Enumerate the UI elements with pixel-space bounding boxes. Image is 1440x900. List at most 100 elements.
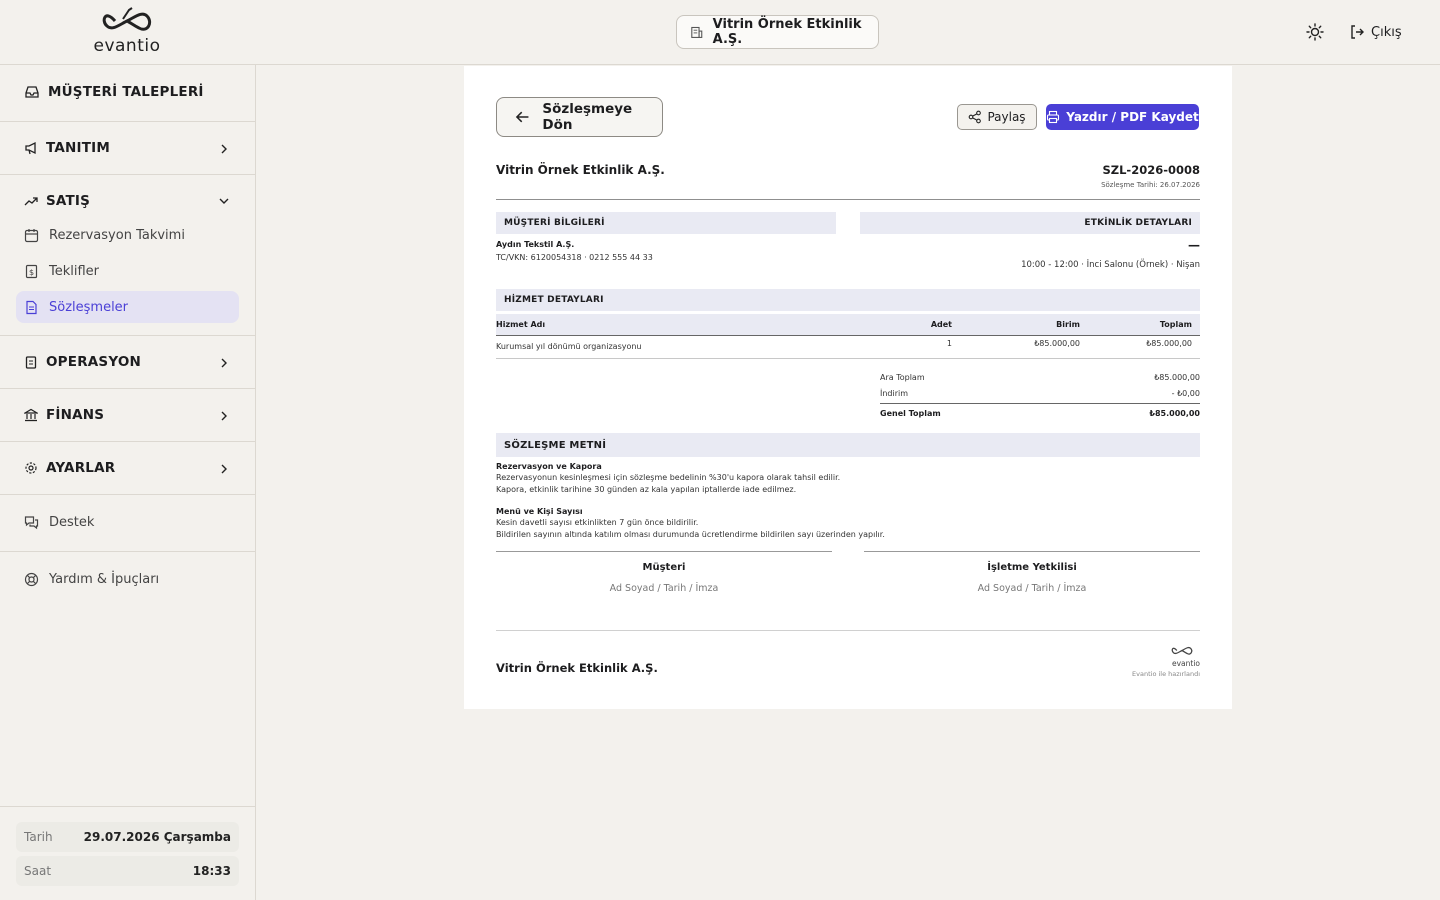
customer-signature-line — [496, 551, 832, 552]
clause-1-title: Rezervasyon ve Kapora — [496, 462, 602, 471]
service-details-header: HİZMET DETAYLARI — [496, 289, 1200, 311]
customer-signature-sub: Ad Soyad / Tarih / İmza — [609, 583, 719, 594]
evantio-logo[interactable]: evantio — [86, 6, 168, 58]
logout-label: Çıkış — [1371, 24, 1402, 40]
sidebar-item-contracts[interactable]: Sözleşmeler — [16, 291, 239, 323]
back-to-contract-button[interactable]: Sözleşmeye Dön — [496, 97, 663, 137]
sidebar-label: SATIŞ — [46, 193, 91, 209]
clause-1-line-2: Kapora, etkinlik tarihine 30 günden az k… — [496, 485, 797, 494]
clause-1-line-1: Rezervasyonun kesinleşmesi için sözleşme… — [496, 473, 841, 482]
sun-icon — [1306, 23, 1324, 41]
table-row-unit-price: ₺85.000,00 — [1034, 339, 1080, 348]
footer-logo-text: evantio — [1171, 659, 1200, 668]
sidebar-section-customer-requests: MÜŞTERİ TALEPLERİ — [0, 65, 255, 122]
print-pdf-button[interactable]: Yazdır / PDF Kaydet — [1046, 104, 1199, 130]
sidebar: MÜŞTERİ TALEPLERİ TANITIM SATIŞ Rezervas… — [0, 65, 256, 900]
lifebuoy-icon — [24, 572, 39, 587]
sidebar-label: MÜŞTERİ TALEPLERİ — [48, 84, 204, 100]
customer-name: Aydın Tekstil A.Ş. — [496, 240, 575, 249]
sidebar-label: TANITIM — [46, 140, 110, 156]
sidebar-sub-label: Rezervasyon Takvimi — [49, 227, 185, 243]
chevron-right-icon[interactable] — [218, 463, 230, 475]
footer-note: Evantio ile hazırlandı — [1132, 670, 1200, 678]
sidebar-section-support: Destek — [0, 495, 255, 552]
sidebar-item-settings[interactable]: AYARLAR — [24, 460, 115, 476]
time-display: Saat 18:33 — [16, 856, 239, 886]
discount-label: İndirim — [880, 389, 909, 398]
company-selector[interactable]: Vitrin Örnek Etkinlik A.Ş. — [676, 15, 879, 49]
sidebar-item-offers[interactable]: $ Teklifler — [16, 255, 239, 287]
sidebar-section-operation: OPERASYON — [0, 336, 255, 389]
event-info: 10:00 - 12:00 · İnci Salonu (Örnek) · Ni… — [1021, 260, 1200, 270]
sidebar-section-finance: FİNANS — [0, 389, 255, 442]
col-unit-price: Birim — [1056, 320, 1080, 329]
infinity-logo-icon — [102, 7, 152, 31]
customer-signature-title: Müşteri — [642, 562, 686, 573]
share-button[interactable]: Paylaş — [957, 104, 1037, 130]
theme-toggle-button[interactable] — [1305, 22, 1325, 42]
logout-icon — [1351, 25, 1364, 39]
date-display: Tarih 29.07.2026 Çarşamba — [16, 822, 239, 852]
sidebar-item-finance[interactable]: FİNANS — [24, 407, 104, 423]
footer-divider — [496, 630, 1200, 631]
table-row-line — [496, 358, 1200, 359]
chevron-right-icon[interactable] — [218, 143, 230, 155]
infinity-logo-icon — [1171, 646, 1193, 655]
date-value: 29.07.2026 Çarşamba — [83, 830, 231, 844]
contract-text-header: SÖZLEŞME METNİ — [496, 433, 1200, 457]
chevron-right-icon[interactable] — [218, 410, 230, 422]
sidebar-item-reservation-calendar[interactable]: Rezervasyon Takvimi — [16, 219, 239, 251]
contract-date: Sözleşme Tarihi: 26.07.2026 — [1101, 181, 1200, 189]
col-service-name: Hizmet Adı — [496, 320, 546, 329]
grand-total-value: ₺85.000,00 — [1149, 409, 1200, 418]
print-label: Yazdır / PDF Kaydet — [1066, 110, 1199, 124]
table-header-line — [496, 335, 1200, 336]
totals-divider — [880, 403, 1200, 404]
col-quantity: Adet — [930, 320, 952, 329]
event-date-placeholder: — — [1188, 238, 1200, 252]
clause-2-title: Menü ve Kişi Sayısı — [496, 507, 583, 516]
logo-text: evantio — [93, 36, 161, 56]
bank-icon — [24, 408, 38, 422]
arrow-left-icon — [515, 111, 529, 123]
sidebar-item-promotion[interactable]: TANITIM — [24, 140, 110, 156]
company-name: Vitrin Örnek Etkinlik A.Ş. — [712, 17, 862, 47]
sidebar-label: OPERASYON — [46, 354, 142, 370]
sidebar-section-promotion: TANITIM — [0, 122, 255, 175]
customer-tax-phone: TC/VKN: 6120054318 · 0212 555 44 33 — [496, 253, 653, 262]
logout-button[interactable]: Çıkış — [1349, 22, 1402, 42]
clipboard-icon — [25, 356, 37, 369]
sidebar-item-support[interactable]: Destek — [24, 515, 94, 530]
sidebar-plain-label: Destek — [49, 515, 95, 530]
sidebar-plain-label: Yardım & İpuçları — [49, 572, 160, 587]
service-table-header — [496, 314, 1200, 335]
sidebar-divider — [0, 806, 255, 807]
chevron-down-icon[interactable] — [218, 195, 230, 207]
time-label: Saat — [24, 864, 52, 878]
time-value: 18:33 — [192, 864, 231, 878]
sidebar-sub-label: Teklifler — [49, 263, 100, 279]
table-row-total: ₺85.000,00 — [1146, 339, 1192, 348]
gear-icon — [25, 462, 37, 474]
discount-value: - ₺0,00 — [1171, 389, 1200, 398]
grand-total-label: Genel Toplam — [880, 409, 941, 418]
chevron-right-icon[interactable] — [218, 357, 230, 369]
sidebar-label: FİNANS — [46, 407, 105, 423]
sidebar-sub-label: Sözleşmeler — [49, 299, 129, 315]
printer-icon — [1047, 110, 1060, 124]
sidebar-item-operation[interactable]: OPERASYON — [24, 354, 141, 370]
subtotal-value: ₺85.000,00 — [1154, 373, 1200, 382]
svg-text:$: $ — [29, 268, 34, 277]
megaphone-icon — [25, 141, 36, 155]
table-row-service-name: Kurumsal yıl dönümü organizasyonu — [496, 342, 642, 351]
sidebar-item-customer-requests[interactable]: MÜŞTERİ TALEPLERİ — [24, 84, 204, 100]
receipt-icon: $ — [25, 264, 38, 278]
sidebar-section-settings: AYARLAR — [0, 442, 255, 495]
footer-brand: evantio Evantio ile hazırlandı — [1120, 642, 1200, 678]
business-signature-title: İşletme Yetkilisi — [987, 562, 1077, 573]
document-icon — [26, 300, 37, 314]
sidebar-item-help[interactable]: Yardım & İpuçları — [24, 572, 159, 587]
business-signature-line — [864, 551, 1200, 552]
customer-info-header: MÜŞTERİ BİLGİLERİ — [496, 212, 836, 234]
sidebar-item-sales[interactable]: SATIŞ — [24, 193, 90, 209]
